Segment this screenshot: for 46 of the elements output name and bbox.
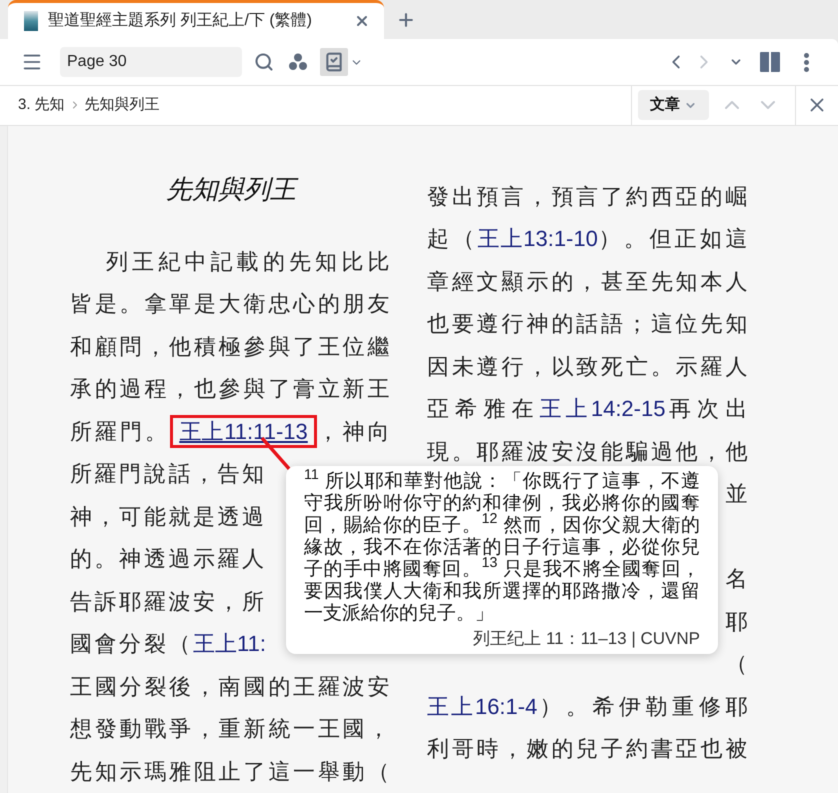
- book-check-icon: [324, 52, 344, 72]
- verse-text: $^{11}$ 所以耶和華對他說：「你既行了這事，不遵守我所吩咐你守的約和律例，我必將你的國奪回，賜給你的臣子。$^{12}$ 然而，因你父親大衛的緣故，我不在你活著的日子行這事，必從你兒子的手中將國奪回。$^{13}$ 只是我不將全國奪回，要因我僕人大衛和我所選擇的耶路撒冷，還留一支派給你的兒子。」: [304, 470, 700, 624]
- search-icon: [254, 52, 274, 72]
- section-title: 先知與列王: [70, 168, 392, 210]
- paragraph-line: 名: [725, 566, 750, 592]
- paragraph-line: 利哥時，嫩的兒子約書亞也被: [427, 736, 750, 762]
- page-field[interactable]: Page 30: [60, 47, 242, 78]
- paragraph-line: 想發動戰爭，重新統一王國，: [70, 716, 392, 742]
- paragraph-line: 和顧問，他積極參與了王位繼: [70, 334, 392, 360]
- paragraph-line: 國會分裂（王上11:: [70, 631, 266, 658]
- verse-citation: 列王纪上 11：11–13 | CUVNP: [473, 628, 700, 650]
- paragraph-line: 皆是。拿單是大衛忠心的朋友: [70, 291, 392, 318]
- verse-reference-link[interactable]: 王上13:1-10: [478, 226, 598, 252]
- verse-reference-link[interactable]: 王上11:: [193, 631, 266, 656]
- paragraph-line: 起（王上13:1-10）。但正如這: [427, 226, 750, 252]
- paragraph-line: 發出預言，預言了約西亞的崛: [427, 184, 750, 210]
- paragraph-line: 並: [725, 481, 750, 508]
- kebab-icon: [804, 52, 808, 72]
- section-dropdown[interactable]: 文章: [638, 90, 709, 120]
- paragraph-line: （: [725, 651, 750, 678]
- paragraph-line: 告訴耶羅波安，所: [70, 588, 267, 615]
- dots-icon: [288, 52, 308, 72]
- paragraph-line: 所羅門說話，告知: [70, 461, 267, 488]
- paragraph-line: 承的過程，也參與了膏立新王: [70, 376, 392, 402]
- paragraph-line: 列王紀中記載的先知比比: [105, 248, 392, 275]
- document-tab[interactable]: 聖道聖經主題系列 列王紀上/下 (繁體): [8, 0, 384, 40]
- breadcrumb-item[interactable]: 3. 先知: [18, 94, 65, 116]
- breadcrumb-item[interactable]: 先知與列王: [84, 94, 160, 116]
- paragraph-line: 的。神透過示羅人: [70, 546, 267, 572]
- book-cover-icon: [24, 11, 38, 32]
- tab-title: 聖道聖經主題系列 列王紀上/下 (繁體): [48, 10, 313, 32]
- paragraph-line: 耶: [725, 608, 750, 635]
- paragraph-line: 先知示瑪雅阻止了這一舉動（: [70, 758, 392, 785]
- verse-reference-link[interactable]: 王上11:11-13: [170, 414, 317, 448]
- paragraph-line: 神，可能就是透過: [70, 504, 267, 530]
- split-view-button[interactable]: [760, 52, 780, 72]
- paragraph-line: 亞希雅在 王上14:2-15 再次出: [427, 396, 750, 422]
- verse-reference-link[interactable]: 王上16:1-4: [427, 694, 538, 719]
- paragraph-line: 章經文顯示的，甚至先知本人: [427, 268, 750, 295]
- paragraph-line: 王上16:1-4）。希伊勒重修耶: [427, 694, 750, 720]
- paragraph-line: 王國分裂後，南國的王羅波安: [70, 674, 392, 700]
- paragraph-line: 也要遵行神的話語；這位先知: [427, 311, 750, 338]
- book-check-toggle[interactable]: [320, 48, 348, 76]
- verse-reference-link[interactable]: 王上14:2-15: [540, 396, 666, 422]
- paragraph-line: 現。耶羅波安沒能騙過他，他: [427, 438, 750, 465]
- paragraph-line: 因未遵行，以致死亡。示羅人: [427, 354, 750, 380]
